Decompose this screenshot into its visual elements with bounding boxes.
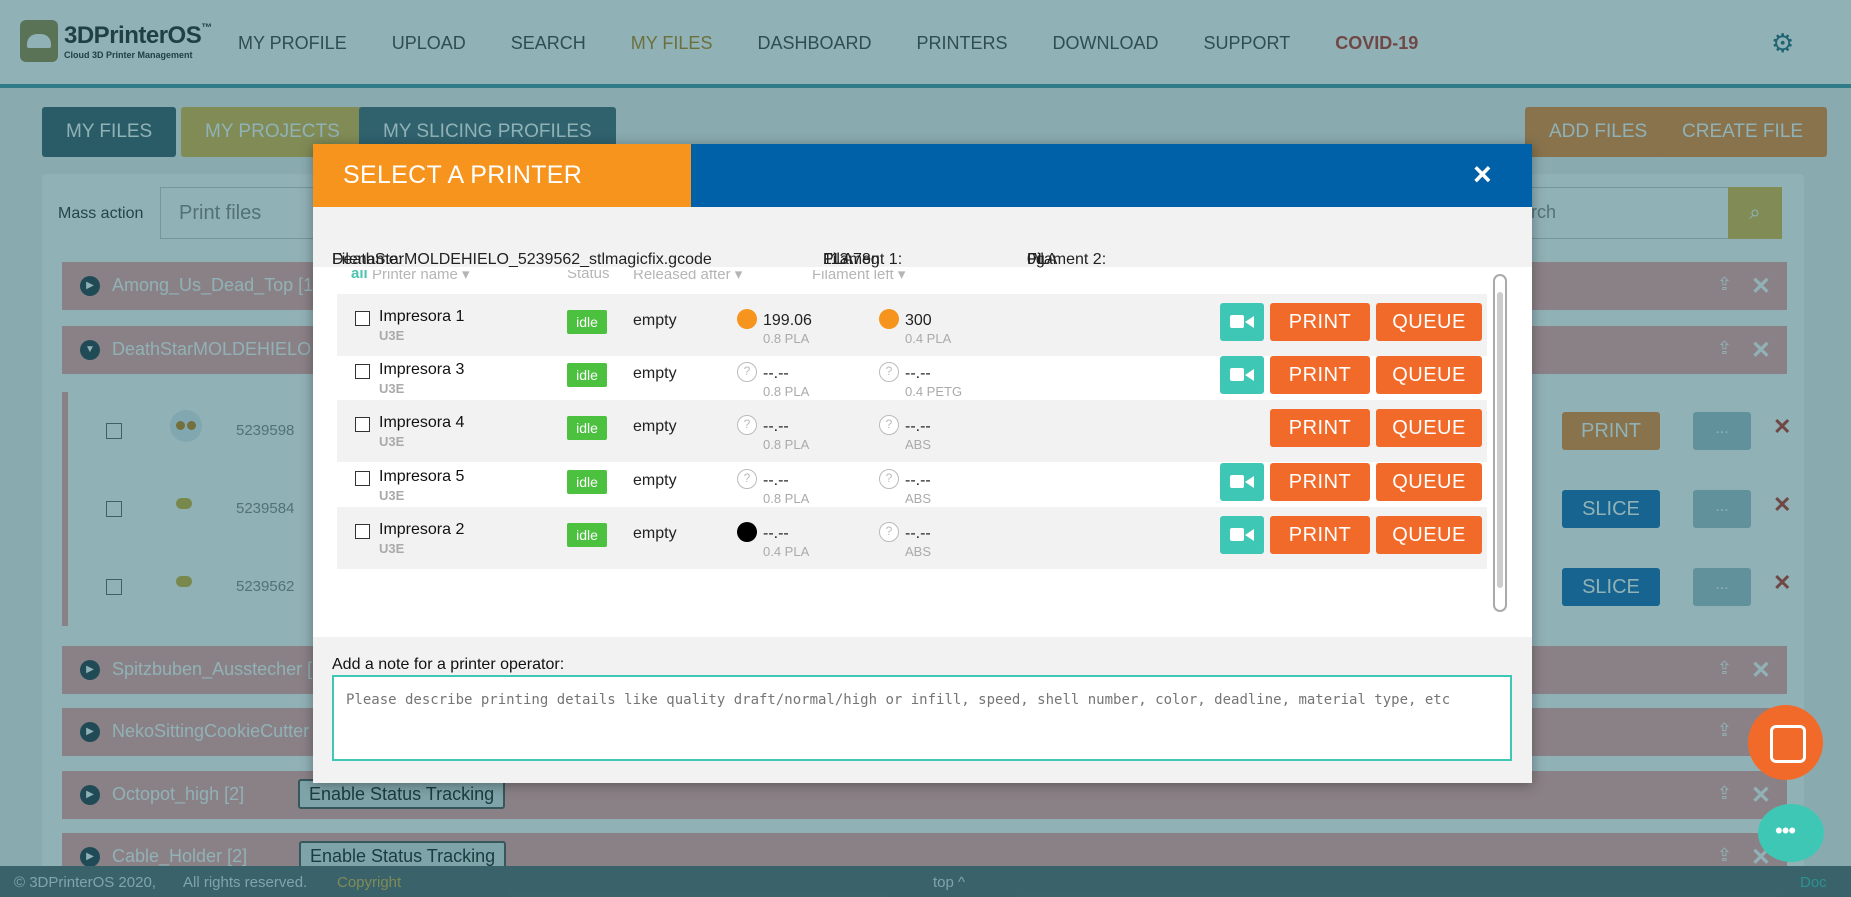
- filament1-nozzle-material: 0.4 PLA: [763, 544, 810, 559]
- filament1-color-swatch: [737, 522, 757, 542]
- printer-name: Impresora 3: [379, 361, 465, 378]
- filament2-nozzle-material: 0.4 PLA: [905, 331, 952, 346]
- printer-checkbox[interactable]: [355, 417, 370, 432]
- select-printer-modal: SELECT A PRINTER × Filename: DeathStarMO…: [313, 144, 1532, 783]
- released-after-value: empty: [633, 418, 677, 435]
- select-all-toggle[interactable]: all: [351, 270, 368, 282]
- printer-row[interactable]: Impresora 2 U3E idle empty --.-- 0.4 PLA? --.-…: [337, 507, 1487, 569]
- filament1-left-value: --.--: [763, 525, 789, 542]
- filament2-nozzle-material: ABS: [905, 491, 932, 506]
- printer-checkbox[interactable]: [355, 364, 370, 379]
- queue-button[interactable]: QUEUE: [1376, 303, 1482, 341]
- print-button[interactable]: PRINT: [1270, 303, 1370, 341]
- status-badge: idle: [567, 470, 607, 494]
- released-after-value: empty: [633, 312, 677, 329]
- print-button[interactable]: PRINT: [1270, 356, 1370, 394]
- released-after-value: empty: [633, 365, 677, 382]
- column-filament-left[interactable]: Filament left ▾: [812, 270, 905, 283]
- queue-button[interactable]: QUEUE: [1376, 356, 1482, 394]
- status-badge: idle: [567, 416, 607, 440]
- filament2-left-value: --.--: [905, 525, 931, 542]
- printer-checkbox[interactable]: [355, 471, 370, 486]
- filament1-material: PLA: [823, 251, 854, 268]
- printer-list-scrollbar[interactable]: [1493, 274, 1507, 612]
- print-button[interactable]: PRINT: [1270, 516, 1370, 554]
- camera-button[interactable]: [1220, 303, 1264, 341]
- released-after-value: empty: [633, 472, 677, 489]
- filament1-unknown-icon: ?: [737, 362, 757, 382]
- filament2-nozzle-material: ABS: [905, 544, 932, 559]
- filament2-nozzle-material: 0.4 PETG: [905, 384, 963, 399]
- filament1-nozzle-material: 0.8 PLA: [763, 331, 810, 346]
- column-released-after[interactable]: Released after ▾: [633, 270, 742, 283]
- filament1-left-value: --.--: [763, 472, 789, 489]
- printer-row[interactable]: Impresora 4 U3E idle empty? --.-- 0.8 PLA? --.…: [337, 400, 1487, 462]
- filament1-unknown-icon: ?: [737, 415, 757, 435]
- printer-model: U3E: [379, 488, 405, 503]
- printer-list: all Printer name ▾ Status Released after…: [337, 270, 1507, 620]
- filament1-nozzle-material: 0.8 PLA: [763, 437, 810, 452]
- intercom-chat-icon[interactable]: [1748, 705, 1823, 780]
- status-badge: idle: [567, 363, 607, 387]
- printer-name: Impresora 2: [379, 521, 465, 538]
- filament1-unknown-icon: ?: [737, 469, 757, 489]
- printer-model: U3E: [379, 328, 405, 343]
- queue-button[interactable]: QUEUE: [1376, 516, 1482, 554]
- operator-note-section: Add a note for a printer operator:: [313, 637, 1532, 783]
- filament1-nozzle-material: 0.8 PLA: [763, 384, 810, 399]
- filament1-nozzle-material: 0.8 PLA: [763, 491, 810, 506]
- printer-checkbox[interactable]: [355, 311, 370, 326]
- print-button[interactable]: PRINT: [1270, 409, 1370, 447]
- filament1-left-value: --.--: [763, 365, 789, 382]
- modal-title: SELECT A PRINTER: [343, 161, 583, 189]
- queue-button[interactable]: QUEUE: [1376, 463, 1482, 501]
- filament1-color-swatch: [737, 309, 757, 329]
- printer-model: U3E: [379, 541, 405, 556]
- filament2-unknown-icon: ?: [879, 415, 899, 435]
- note-label: Add a note for a printer operator:: [332, 656, 565, 673]
- filament2-unknown-icon: ?: [879, 522, 899, 542]
- print-button[interactable]: PRINT: [1270, 463, 1370, 501]
- chat-bubble-icon[interactable]: [1758, 804, 1824, 862]
- status-badge: idle: [567, 523, 607, 547]
- camera-button[interactable]: [1220, 516, 1264, 554]
- printer-name: Impresora 5: [379, 468, 465, 485]
- queue-button[interactable]: QUEUE: [1376, 409, 1482, 447]
- filament2-material: PLA: [1027, 251, 1058, 268]
- modal-header: SELECT A PRINTER ×: [313, 144, 1532, 207]
- released-after-value: empty: [633, 525, 677, 542]
- column-status: Status: [567, 270, 610, 282]
- status-badge: idle: [567, 310, 607, 334]
- operator-note-input[interactable]: [332, 675, 1512, 761]
- camera-button[interactable]: [1220, 356, 1264, 394]
- close-icon[interactable]: ×: [1473, 156, 1492, 193]
- filament2-unknown-icon: ?: [879, 362, 899, 382]
- filament1-left-value: 199.06: [763, 312, 812, 329]
- printer-model: U3E: [379, 381, 405, 396]
- printer-checkbox[interactable]: [355, 524, 370, 539]
- camera-button[interactable]: [1220, 463, 1264, 501]
- filament1-left-value: --.--: [763, 418, 789, 435]
- filament2-left-value: --.--: [905, 472, 931, 489]
- filament2-color-swatch: [879, 309, 899, 329]
- printer-name: Impresora 1: [379, 308, 465, 325]
- file-info-bar: Filename: DeathStarMOLDEHIELO_5239562_st…: [313, 207, 1532, 268]
- filament2-left-value: --.--: [905, 365, 931, 382]
- printer-name: Impresora 4: [379, 414, 465, 431]
- filament2-left-value: 300: [905, 312, 932, 329]
- printer-model: U3E: [379, 434, 405, 449]
- filament2-nozzle-material: ABS: [905, 437, 932, 452]
- column-printer-name[interactable]: Printer name ▾: [372, 270, 470, 283]
- filename-value: DeathStarMOLDEHIELO_5239562_stlmagicfix.…: [332, 251, 712, 268]
- filament2-left-value: --.--: [905, 418, 931, 435]
- filament2-unknown-icon: ?: [879, 469, 899, 489]
